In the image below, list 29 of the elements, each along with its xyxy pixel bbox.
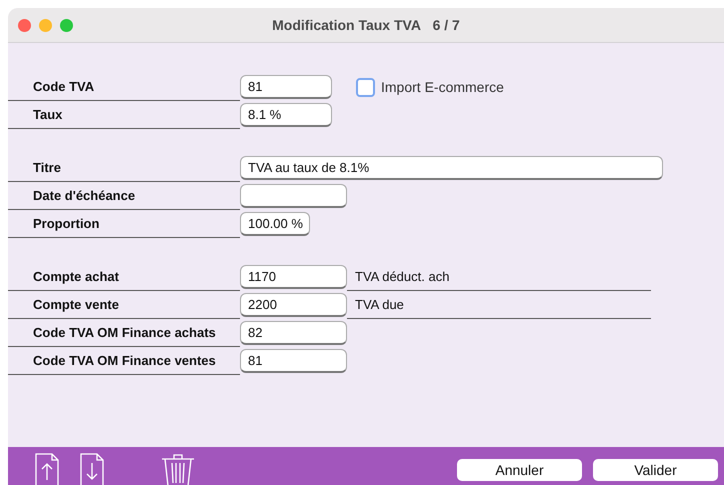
field-label: Date d'échéance bbox=[8, 182, 240, 210]
input-field[interactable]: 2200 bbox=[240, 293, 347, 317]
field-label: Proportion bbox=[8, 210, 240, 238]
input-field[interactable]: 81 bbox=[240, 349, 347, 373]
dialog-button[interactable]: Annuler bbox=[457, 459, 582, 481]
checkbox[interactable] bbox=[356, 78, 375, 96]
close-button[interactable] bbox=[18, 18, 31, 32]
input-field[interactable]: TVA au taux de 8.1% bbox=[240, 156, 663, 180]
checkbox-label: Import E-commerce bbox=[381, 79, 504, 95]
field-label: Compte achat bbox=[8, 263, 240, 291]
document-down-arrow-icon[interactable] bbox=[80, 453, 104, 485]
trash-icon[interactable] bbox=[161, 453, 195, 485]
input-field[interactable]: 1170 bbox=[240, 265, 347, 289]
document-up-arrow-icon[interactable] bbox=[35, 453, 59, 485]
field-label: Taux bbox=[8, 101, 240, 129]
field-label: Compte vente bbox=[8, 291, 240, 319]
input-field[interactable]: 100.00 % bbox=[240, 212, 310, 236]
input-field[interactable]: 82 bbox=[240, 321, 347, 345]
window-title: Modification Taux TVA 6 / 7 bbox=[272, 17, 460, 33]
input-field[interactable]: 81 bbox=[240, 75, 332, 99]
input-field[interactable] bbox=[240, 184, 347, 208]
account-description: TVA due bbox=[355, 297, 404, 312]
account-description: TVA déduct. ach bbox=[355, 269, 450, 284]
field-label: Titre bbox=[8, 154, 240, 182]
field-label: Code TVA bbox=[8, 73, 240, 101]
input-field[interactable]: 8.1 % bbox=[240, 103, 332, 127]
field-label: Code TVA OM Finance ventes bbox=[8, 347, 240, 375]
field-label: Code TVA OM Finance achats bbox=[8, 319, 240, 347]
dialog-button[interactable]: Valider bbox=[593, 459, 718, 481]
